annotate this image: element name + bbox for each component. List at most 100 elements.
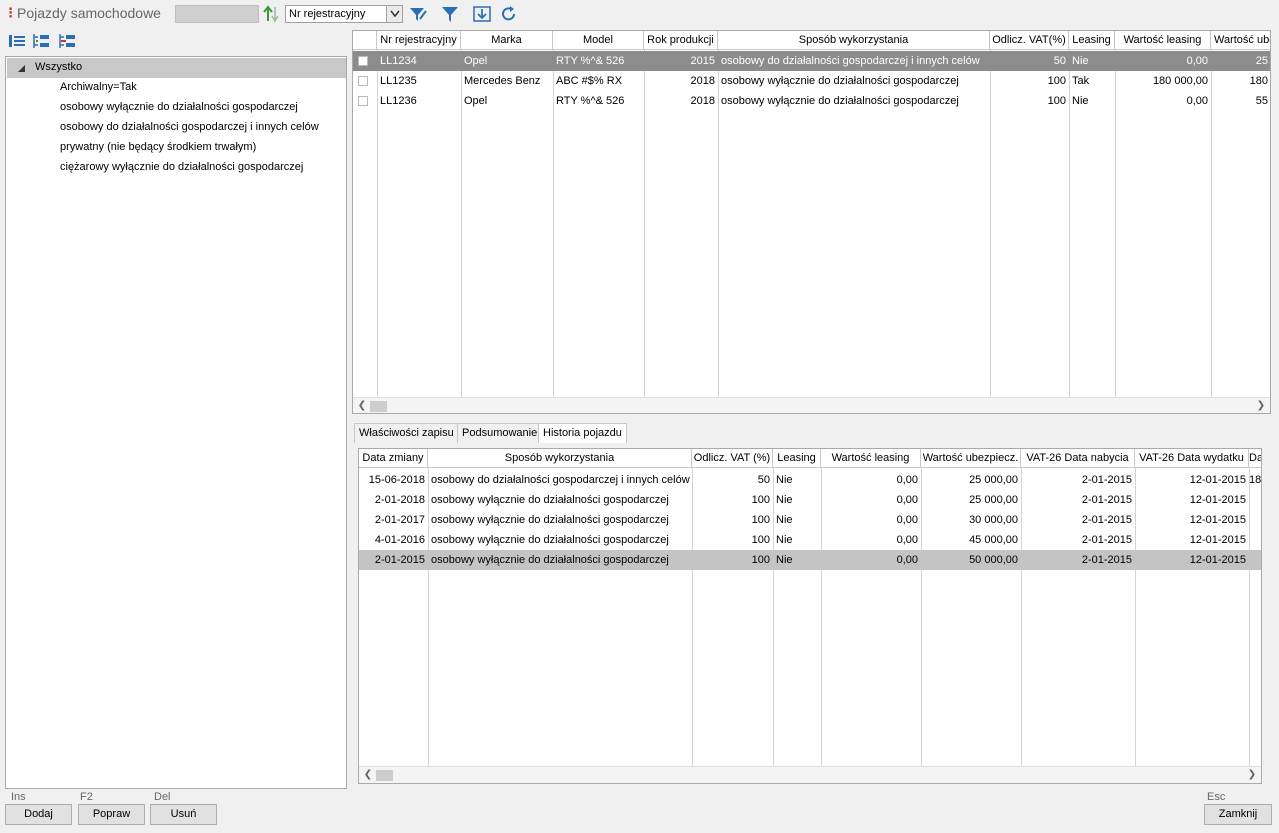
remove-node-icon[interactable] <box>58 32 76 52</box>
cell-leasing-value: 0,00 <box>896 514 918 526</box>
table-row[interactable]: 15-06-2018 osobowy do działalności gospo… <box>359 470 1262 490</box>
scroll-left-icon[interactable]: ❮ <box>356 400 368 412</box>
export-icon[interactable] <box>472 5 492 23</box>
header-model[interactable]: Model <box>553 31 644 50</box>
table-row[interactable]: 4-01-2016 osobowy wyłącznie do działalno… <box>359 530 1261 550</box>
cell-leasing: Nie <box>776 474 793 486</box>
scroll-thumb[interactable] <box>370 401 387 412</box>
horizontal-scrollbar[interactable]: ❮ ❯ <box>359 766 1261 783</box>
header-leasing-value[interactable]: Wartość leasing <box>821 449 921 468</box>
header-vat-deduction[interactable]: Odlicz. VAT (%) <box>692 449 773 468</box>
cell-change-date: 2-01-2015 <box>374 554 425 566</box>
header-vat26-expense-date[interactable]: VAT-26 Data wydatku <box>1135 449 1249 468</box>
header-change-date[interactable]: Data zmiany <box>359 449 428 468</box>
header-insurance-value[interactable]: Wartość ube <box>1211 31 1270 50</box>
cell-leasing: Nie <box>776 554 793 566</box>
header-usage[interactable]: Sposób wykorzystania <box>718 31 990 50</box>
expanded-triangle-icon[interactable] <box>17 64 26 73</box>
scroll-thumb[interactable] <box>376 770 393 781</box>
table-row[interactable]: LL1236 Opel RTY %^& 526 2018 osobowy wył… <box>353 91 1270 111</box>
header-make[interactable]: Marka <box>461 31 553 50</box>
cell-vat-deduction: 100 <box>751 494 770 506</box>
refresh-icon[interactable] <box>499 5 519 23</box>
cell-vat-deduction: 100 <box>1047 75 1066 87</box>
header-leasing[interactable]: Leasing <box>773 449 821 468</box>
cell-registration: LL1236 <box>380 95 417 107</box>
row-checkbox[interactable] <box>358 56 368 66</box>
vehicles-grid[interactable]: Nr rejestracyjny Marka Model Rok produkc… <box>352 30 1271 414</box>
table-row[interactable]: LL1234 Opel RTY %^& 526 2015 osobowy do … <box>353 51 1270 71</box>
cell-insurance-value: 25 <box>1255 55 1268 67</box>
cell-leasing: Tak <box>1072 75 1090 87</box>
tree-item-archived[interactable]: Archiwalny=Tak <box>60 81 137 93</box>
row-checkbox[interactable] <box>358 76 368 86</box>
tree-item-business-only[interactable]: osobowy wyłącznie do działalności gospod… <box>60 101 298 113</box>
tree-root-all[interactable]: Wszystko <box>7 58 346 78</box>
chevron-down-icon[interactable] <box>386 6 402 22</box>
cell-leasing-value: 0,00 <box>1186 95 1208 107</box>
scroll-right-icon[interactable]: ❯ <box>1246 769 1258 781</box>
table-row[interactable]: LL1235 Mercedes Benz ABC #$% RX 2018 oso… <box>353 71 1270 91</box>
tree-item-private[interactable]: prywatny (nie będący środkiem trwałym) <box>60 141 256 153</box>
cell-model: ABC #$% RX <box>556 75 623 87</box>
search-input[interactable] <box>175 5 259 23</box>
header-vat-deduction[interactable]: Odlicz. VAT(%) <box>990 31 1069 50</box>
cell-insurance-value: 55 <box>1255 95 1268 107</box>
header-date-extra[interactable]: Da <box>1249 449 1261 468</box>
cell-leasing: Nie <box>776 494 793 506</box>
horizontal-scrollbar[interactable]: ❮ ❯ <box>353 397 1270 413</box>
tab-record-properties[interactable]: Właściwości zapisu <box>354 423 459 443</box>
cell-vat26-acquisition-date: 2-01-2015 <box>1081 554 1132 566</box>
scroll-right-icon[interactable]: ❯ <box>1255 400 1267 412</box>
cell-vat-deduction: 100 <box>1047 95 1066 107</box>
header-vat26-acquisition-date[interactable]: VAT-26 Data nabycia <box>1021 449 1135 468</box>
cell-production-year: 2018 <box>690 75 715 87</box>
delete-button[interactable]: Usuń <box>150 804 217 825</box>
header-leasing[interactable]: Leasing <box>1069 31 1115 50</box>
cell-change-date: 2-01-2018 <box>374 494 425 506</box>
select-all-header[interactable] <box>353 31 377 50</box>
header-usage[interactable]: Sposób wykorzystania <box>428 449 692 468</box>
cell-vat26-expense-date: 12-01-2015 <box>1189 534 1246 546</box>
cell-date-extra: 18 <box>1249 474 1262 486</box>
close-button[interactable]: Zamknij <box>1204 804 1272 825</box>
drag-handle-icon: ⋮ <box>4 5 17 20</box>
window-title: Pojazdy samochodowe <box>17 5 161 21</box>
header-registration[interactable]: Nr rejestracyjny <box>377 31 461 50</box>
filter-icon[interactable] <box>440 5 460 23</box>
cell-make: Opel <box>464 55 488 67</box>
scroll-left-icon[interactable]: ❮ <box>362 769 374 781</box>
category-tree[interactable]: Wszystko Archiwalny=Tak osobowy wyłączni… <box>5 56 347 789</box>
tab-vehicle-history[interactable]: Historia pojazdu <box>538 423 627 443</box>
add-node-icon[interactable] <box>32 32 50 52</box>
table-row[interactable]: 2-01-2017 osobowy wyłącznie do działalno… <box>359 510 1261 530</box>
cell-vat-deduction: 100 <box>751 534 770 546</box>
tree-item-truck[interactable]: ciężarowy wyłącznie do działalności gosp… <box>60 161 303 173</box>
cell-leasing: Nie <box>1072 95 1089 107</box>
add-button[interactable]: Dodaj <box>5 804 72 825</box>
table-row[interactable]: 2-01-2015 osobowy wyłącznie do działalno… <box>359 550 1261 570</box>
header-leasing-value[interactable]: Wartość leasing <box>1115 31 1211 50</box>
cell-usage: osobowy wyłącznie do działalności gospod… <box>431 514 669 526</box>
cell-usage: osobowy wyłącznie do działalności gospod… <box>431 554 669 566</box>
cell-make: Mercedes Benz <box>464 75 541 87</box>
header-production-year[interactable]: Rok produkcji <box>644 31 718 50</box>
expand-all-icon[interactable] <box>8 32 26 52</box>
cell-leasing-value: 180 000,00 <box>1152 75 1208 87</box>
row-checkbox[interactable] <box>358 96 368 106</box>
history-grid[interactable]: Data zmiany Sposób wykorzystania Odlicz.… <box>358 448 1262 784</box>
edit-button[interactable]: Popraw <box>78 804 145 825</box>
sort-direction-icon[interactable] <box>262 5 282 23</box>
sort-field-select[interactable]: Nr rejestracyjny <box>285 5 403 23</box>
header-insurance-value[interactable]: Wartość ubezpiecz. <box>921 449 1021 468</box>
filter-edit-icon[interactable] <box>408 5 428 23</box>
cell-model: RTY %^& 526 <box>556 95 625 107</box>
cell-leasing-value: 0,00 <box>896 554 918 566</box>
sort-field-value: Nr rejestracyjny <box>289 8 366 20</box>
tree-root-label: Wszystko <box>35 61 83 73</box>
add-shortcut-hint: Ins <box>11 791 26 803</box>
tree-item-business-mixed[interactable]: osobowy do działalności gospodarczej i i… <box>60 121 319 133</box>
cell-usage: osobowy do działalności gospodarczej i i… <box>431 474 690 486</box>
tab-summary[interactable]: Podsumowanie <box>457 423 543 443</box>
table-row[interactable]: 2-01-2018 osobowy wyłącznie do działalno… <box>359 490 1261 510</box>
